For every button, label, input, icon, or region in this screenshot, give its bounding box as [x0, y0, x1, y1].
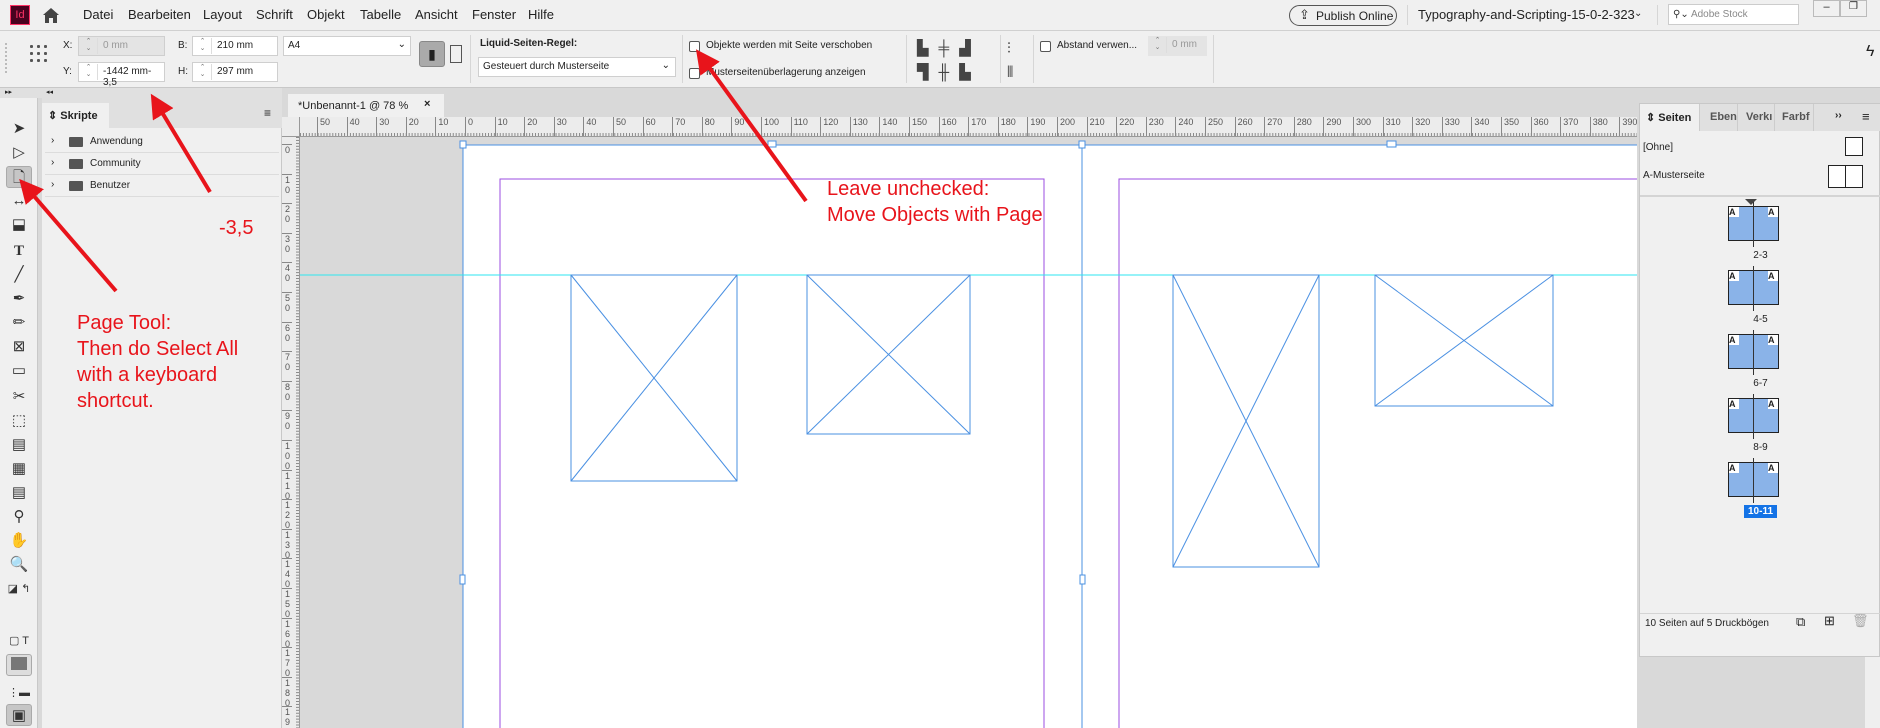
arrow-to-checkbox: [695, 49, 808, 203]
annotation-value: -3,5: [219, 217, 254, 239]
annotation-line: shortcut.: [77, 390, 154, 412]
annotation-line: Then do Select All: [77, 338, 239, 360]
annotation-line: Page Tool:: [77, 312, 172, 334]
annotation-line: Move Objects with Page: [827, 204, 1043, 226]
annotation-page-tool: Page Tool: Then do Select All with a key…: [77, 310, 238, 414]
arrow-to-y-field: [150, 93, 212, 194]
annotation-unchecked: Leave unchecked: Move Objects with Page: [827, 176, 1043, 228]
annotation-line: with a keyboard: [77, 364, 218, 386]
annotation-line: Leave unchecked:: [827, 178, 990, 200]
annotation-arrows: [19, 49, 808, 293]
arrow-to-page-tool: [19, 178, 118, 293]
